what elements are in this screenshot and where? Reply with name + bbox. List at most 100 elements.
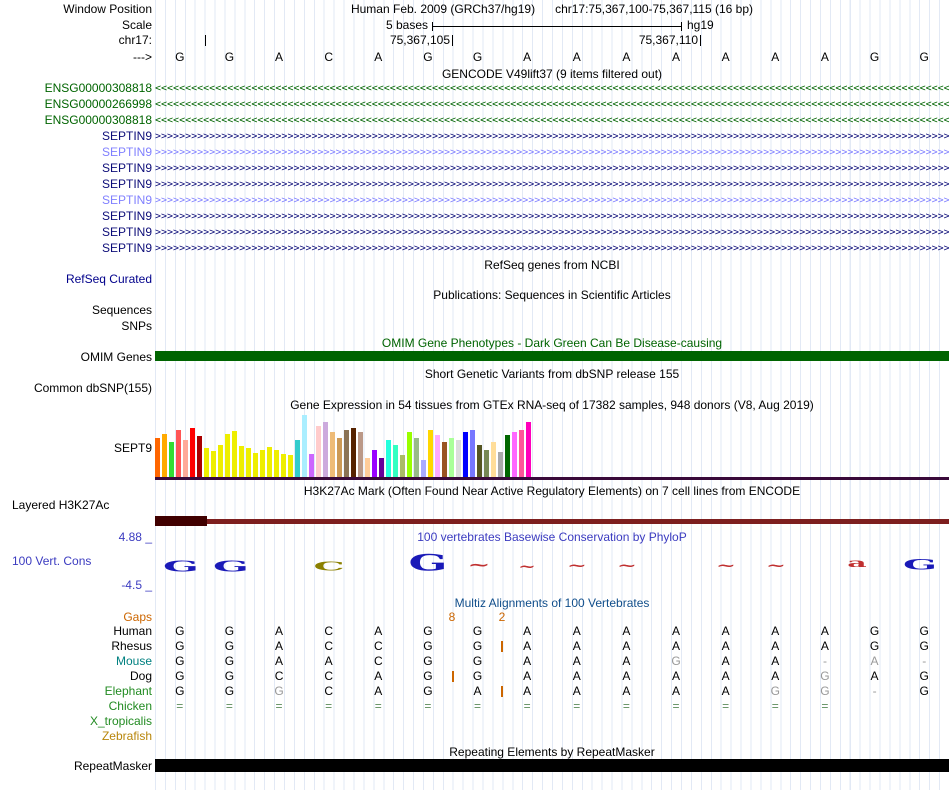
ruler-tick-label: 75,367,105 (389, 33, 450, 47)
gene-row-label[interactable]: SEPTIN9 (0, 177, 152, 192)
species-label[interactable]: Chicken (0, 699, 152, 714)
align-base: A (523, 684, 532, 698)
align-base: - (872, 684, 877, 698)
align-base: C (324, 639, 334, 653)
gene-row-arrows[interactable]: >>>>>>>>>>>>>>>>>>>>>>>>>>>>>>>>>>>>>>>>… (155, 129, 949, 144)
refseq-curated-label[interactable]: RefSeq Curated (0, 272, 152, 287)
phylop-track-label[interactable]: 100 Vert. Cons (12, 554, 91, 569)
h3k27ac-label[interactable]: Layered H3K27Ac (12, 498, 109, 513)
dbsnp-label[interactable]: Common dbSNP(155) (0, 381, 152, 396)
gene-row-arrows[interactable]: <<<<<<<<<<<<<<<<<<<<<<<<<<<<<<<<<<<<<<<<… (155, 97, 949, 112)
gene-row-arrows[interactable]: >>>>>>>>>>>>>>>>>>>>>>>>>>>>>>>>>>>>>>>>… (155, 161, 949, 176)
omim-genes-label[interactable]: OMIM Genes (0, 350, 152, 365)
align-base: G (919, 624, 929, 638)
gene-row-label[interactable]: ENSG00000308818 (0, 113, 152, 128)
species-label[interactable]: X_tropicalis (0, 714, 152, 729)
species-label[interactable]: Dog (0, 669, 152, 684)
gtex-bar (526, 422, 531, 478)
align-base: G (919, 639, 929, 653)
gene-row-label[interactable]: ENSG00000308818 (0, 81, 152, 96)
gtex-bar (386, 440, 391, 478)
gtex-bar (323, 422, 328, 478)
align-base: C (373, 654, 383, 668)
gene-row-label[interactable]: SEPTIN9 (0, 209, 152, 224)
align-base: A (572, 624, 581, 638)
align-base: = (771, 699, 779, 713)
base-letter: A (672, 50, 681, 64)
align-base: G (919, 684, 929, 698)
gene-row-arrows[interactable]: >>>>>>>>>>>>>>>>>>>>>>>>>>>>>>>>>>>>>>>>… (155, 193, 949, 208)
align-base: G (175, 669, 185, 683)
gtex-bar (379, 458, 384, 478)
refseq-track-title: RefSeq genes from NCBI (484, 258, 620, 272)
gene-row-arrows[interactable]: >>>>>>>>>>>>>>>>>>>>>>>>>>>>>>>>>>>>>>>>… (155, 177, 949, 192)
h3k27ac-signal-band[interactable] (155, 519, 949, 524)
gene-row-label[interactable]: SEPTIN9 (0, 161, 152, 176)
phylop-min-label: -4.5 _ (121, 578, 152, 592)
gtex-bar (309, 454, 314, 478)
base-letter: A (721, 50, 730, 64)
gap-size: 2 (498, 610, 506, 624)
omim-track-title: OMIM Gene Phenotypes - Dark Green Can Be… (381, 336, 723, 350)
gtex-bar (372, 450, 377, 478)
gene-row-arrows[interactable]: <<<<<<<<<<<<<<<<<<<<<<<<<<<<<<<<<<<<<<<<… (155, 113, 949, 128)
align-base: G (175, 684, 185, 698)
gene-row-label[interactable]: SEPTIN9 (0, 225, 152, 240)
phylop-signal-area[interactable] (155, 544, 949, 588)
gtex-bar (190, 428, 195, 478)
base-letter: A (572, 50, 581, 64)
gtex-track-title: Gene Expression in 54 tissues from GTEx … (290, 398, 814, 412)
omim-gene-bar[interactable] (155, 351, 949, 361)
gene-row-label[interactable]: SEPTIN9 (0, 129, 152, 144)
align-base: = (176, 699, 184, 713)
gtex-bar (365, 458, 370, 478)
species-label[interactable]: Zebrafish (0, 729, 152, 744)
gtex-bar (421, 460, 426, 478)
align-base: A (374, 624, 383, 638)
species-label[interactable]: Elephant (0, 684, 152, 699)
gene-row-arrows[interactable]: >>>>>>>>>>>>>>>>>>>>>>>>>>>>>>>>>>>>>>>>… (155, 145, 949, 160)
gtex-bar (393, 445, 398, 478)
align-base: = (474, 699, 482, 713)
align-base: G (224, 654, 235, 668)
gtex-expression-bars[interactable] (155, 412, 535, 478)
gtex-bar (484, 450, 489, 478)
align-base: A (622, 624, 631, 638)
align-base: G (869, 639, 880, 653)
gene-row-arrows[interactable]: >>>>>>>>>>>>>>>>>>>>>>>>>>>>>>>>>>>>>>>>… (155, 241, 949, 256)
gtex-gene-label[interactable]: SEPT9 (0, 441, 152, 456)
base-letter: G (919, 50, 929, 64)
align-base: G (820, 684, 830, 698)
gtex-bar (281, 454, 286, 478)
align-base: G (472, 669, 483, 683)
repeatmasker-bar[interactable] (155, 759, 949, 772)
align-base: G (423, 669, 433, 683)
gene-row-label[interactable]: SEPTIN9 (0, 145, 152, 160)
dbsnp-track-title: Short Genetic Variants from dbSNP releas… (424, 367, 680, 381)
align-base: A (523, 624, 532, 638)
align-base: G (224, 624, 235, 638)
gene-row-label[interactable]: SEPTIN9 (0, 193, 152, 208)
gene-row-label[interactable]: SEPTIN9 (0, 241, 152, 256)
snps-label[interactable]: SNPs (0, 319, 152, 334)
gene-row-label[interactable]: ENSG00000266998 (0, 97, 152, 112)
gtex-bar (449, 438, 454, 478)
species-label[interactable]: Mouse (0, 654, 152, 669)
gtex-bar (162, 434, 167, 478)
align-base: = (821, 699, 829, 713)
sequences-label[interactable]: Sequences (0, 303, 152, 318)
publications-track-title: Publications: Sequences in Scientific Ar… (433, 288, 671, 302)
align-base: G (472, 639, 483, 653)
species-label[interactable]: Rhesus (0, 639, 152, 654)
gene-row-arrows[interactable]: <<<<<<<<<<<<<<<<<<<<<<<<<<<<<<<<<<<<<<<<… (155, 81, 949, 96)
gtex-bar (400, 455, 405, 478)
gene-row-arrows[interactable]: >>>>>>>>>>>>>>>>>>>>>>>>>>>>>>>>>>>>>>>>… (155, 225, 949, 240)
base-letter: C (324, 50, 334, 64)
repeatmasker-label[interactable]: RepeatMasker (0, 759, 152, 774)
species-label[interactable]: Human (0, 624, 152, 639)
align-base: A (374, 684, 383, 698)
ruler-tick (452, 35, 453, 46)
gene-row-arrows[interactable]: >>>>>>>>>>>>>>>>>>>>>>>>>>>>>>>>>>>>>>>>… (155, 209, 949, 224)
h3k27ac-signal-peak (155, 516, 207, 526)
align-base: G (671, 654, 681, 668)
